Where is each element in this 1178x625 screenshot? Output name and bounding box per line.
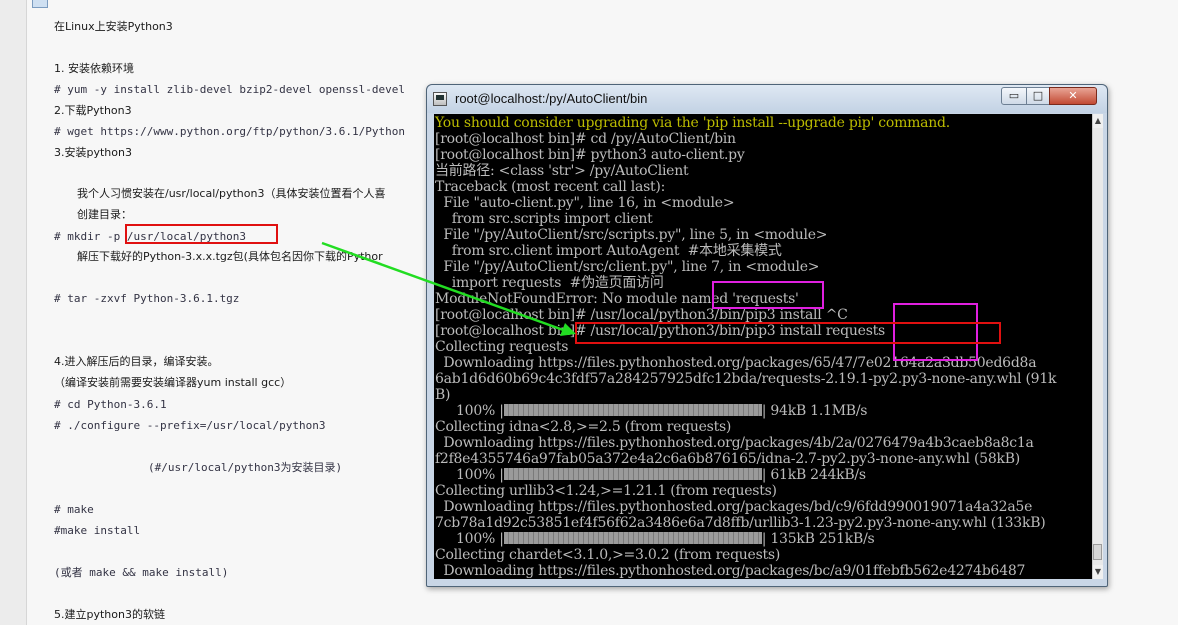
document-icon — [32, 0, 48, 8]
red-highlight-box — [575, 322, 1001, 344]
progress-bar — [503, 468, 762, 480]
terminal-line: 当前路径: <class 'str'> /py/AutoClient — [435, 163, 689, 179]
close-button[interactable]: ✕ — [1049, 87, 1097, 105]
doc-line: 2.下载Python3 — [54, 104, 132, 117]
terminal-line: Collecting idna<2.8,>=2.5 (from requests… — [435, 419, 732, 435]
terminal-line: Downloading https://files.pythonhosted.o… — [435, 435, 1034, 451]
terminal-line: Downloading https://files.pythonhosted.o… — [435, 499, 1033, 515]
doc-code-line: # wget https://www.python.org/ftp/python… — [54, 125, 405, 138]
scrollbar-thumb[interactable] — [1093, 544, 1102, 560]
window-titlebar[interactable]: root@localhost:/py/AutoClient/bin ▭ □ ✕ — [427, 85, 1107, 113]
terminal-line: 7cb78a1d92c53851ef4f56f62a3486e6a7d8ffb/… — [435, 515, 1046, 531]
doc-code-line: # ./configure --prefix=/usr/local/python… — [54, 419, 326, 432]
progress-bar — [503, 404, 762, 416]
doc-line: 创建目录： — [77, 208, 132, 221]
progress-stats: 94kB 1.1MB/s — [770, 403, 868, 419]
doc-code-line: (#/usr/local/python3为安装目录) — [148, 461, 343, 474]
doc-code-line: # make — [54, 503, 94, 516]
doc-title: 在Linux上安装Python3 — [54, 20, 173, 33]
terminal-line: Downloading https://files.pythonhosted.o… — [435, 563, 1026, 579]
doc-code-line: # tar -zxvf Python-3.6.1.tgz — [54, 292, 240, 305]
window-title: root@localhost:/py/AutoClient/bin — [455, 91, 648, 106]
doc-code-line: # yum -y install zlib-devel bzip2-devel … — [54, 83, 405, 96]
doc-line: （编译安装前需要安装编译器yum install gcc） — [54, 376, 292, 389]
terminal-line: Collecting urllib3<1.24,>=1.21.1 (from r… — [435, 483, 777, 499]
scroll-up-arrow-icon[interactable]: ▲ — [1093, 114, 1103, 128]
progress-line: 100% | | 94kB 1.1MB/s — [456, 403, 868, 419]
doc-line: 5.建立python3的软链 — [54, 608, 165, 621]
doc-code-line: # cd Python-3.6.1 — [54, 398, 167, 411]
doc-code-line: (或者 make && make install) — [54, 566, 229, 579]
progress-stats: 61kB 244kB/s — [770, 467, 866, 483]
progress-stats: 135kB 251kB/s — [770, 531, 875, 547]
doc-line: 1. 安装依赖环境 — [54, 62, 134, 75]
terminal-line: [root@localhost bin]# cd /py/AutoClient/… — [435, 131, 736, 147]
progress-line: 100% | | 61kB 244kB/s — [456, 467, 866, 483]
maximize-button[interactable]: □ — [1026, 87, 1050, 105]
terminal-line: File "auto-client.py", line 16, in <modu… — [435, 195, 735, 211]
progress-line: 100% | | 135kB 251kB/s — [456, 531, 875, 547]
magenta-highlight-box — [712, 281, 824, 309]
terminal-screen[interactable]: You should consider upgrading via the 'p… — [434, 114, 1092, 579]
doc-line: 我个人习惯安装在/usr/local/python3（具体安装位置看个人喜 — [77, 187, 386, 200]
putty-app-icon[interactable] — [433, 92, 447, 106]
progress-percent: 100% — [456, 531, 496, 547]
terminal-line: B) — [435, 387, 451, 403]
doc-code-line: #make install — [54, 524, 141, 537]
terminal-line: Traceback (most recent call last): — [435, 179, 666, 195]
doc-line: 解压下载好的Python-3.x.x.tgz包(具体包名因你下载的Pythor — [77, 250, 383, 263]
scroll-down-arrow-icon[interactable]: ▼ — [1093, 565, 1103, 579]
vertical-scrollbar[interactable]: ▲ ▼ — [1092, 114, 1103, 579]
terminal-line: 6ab1d6d60b69c4c3fdf57a284257925dfc12bda/… — [435, 371, 1057, 387]
red-highlight-box — [125, 224, 278, 244]
terminal-line: File "/py/AutoClient/src/client.py", lin… — [435, 259, 820, 275]
document-margin — [0, 0, 27, 625]
progress-percent: 100% — [456, 467, 496, 483]
progress-bar — [503, 532, 762, 544]
terminal-line: from src.scripts import client — [435, 211, 653, 227]
terminal-line: f2f8e4355746a97fab05a372e4a2c6a6b876165/… — [435, 451, 1020, 467]
terminal-line: [root@localhost bin]# python3 auto-clien… — [435, 147, 745, 163]
minimize-button[interactable]: ▭ — [1001, 87, 1027, 105]
progress-percent: 100% — [456, 403, 496, 419]
terminal-line: Collecting chardet<3.1.0,>=3.0.2 (from r… — [435, 547, 781, 563]
doc-line: 3.安装python3 — [54, 146, 132, 159]
doc-line: 4.进入解压后的目录，编译安装。 — [54, 355, 219, 368]
terminal-line: from src.client import AutoAgent #本地采集模式 — [435, 243, 782, 259]
terminal-line: File "/py/AutoClient/src/scripts.py", li… — [435, 227, 828, 243]
terminal-line: You should consider upgrading via the 'p… — [435, 115, 950, 131]
